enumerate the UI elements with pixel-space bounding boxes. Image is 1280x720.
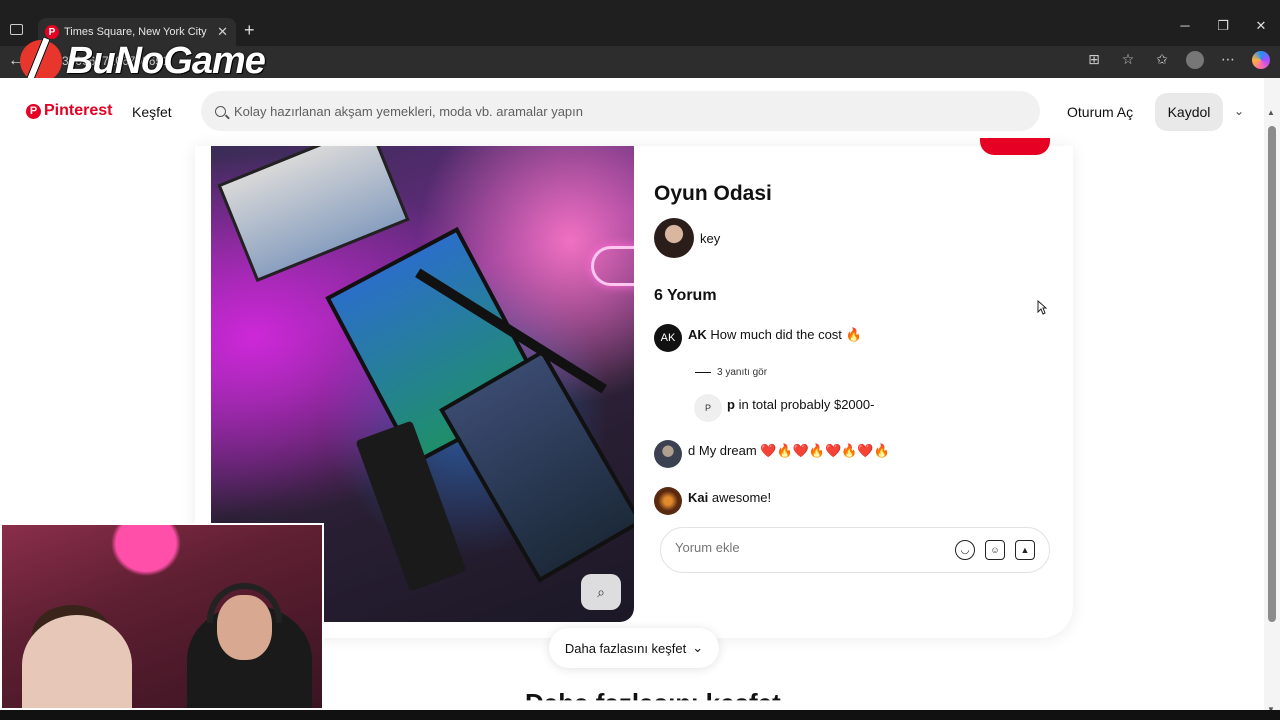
minimize-button[interactable]: ─ [1166, 18, 1204, 34]
author-avatar[interactable] [654, 218, 694, 258]
comment-avatar-kai[interactable] [654, 487, 682, 515]
explore-more-label: Daha fazlasını keşfet [564, 640, 687, 656]
comment-3-text: awesome! [711, 490, 772, 505]
browser-toolbar-icons: ⊞ ☆ ✩ ⋯ [1084, 51, 1270, 69]
explore-link[interactable]: Keşfet [132, 104, 172, 120]
reply-1-author[interactable]: p [727, 397, 735, 412]
replies-divider [695, 372, 711, 373]
signup-button[interactable]: Kaydol [1155, 93, 1223, 131]
pin-title: Oyun Odasi [654, 182, 772, 205]
comment-1-text: How much did the cost 🔥 [710, 327, 862, 342]
favorites-icon[interactable]: ✩ [1152, 51, 1172, 69]
page-scrollbar[interactable]: ▲ ▼ [1264, 78, 1280, 720]
scroll-up-icon[interactable]: ▲ [1267, 108, 1275, 117]
comment-avatar-d[interactable] [654, 440, 682, 468]
image-monitor-1 [217, 146, 410, 283]
watermark-text: BuNoGame [66, 40, 266, 82]
comments-count: 6 Yorum [654, 287, 717, 304]
close-window-button[interactable]: ✕ [1242, 18, 1280, 34]
window-controls: ─ ❐ ✕ [1166, 18, 1280, 34]
copilot-icon[interactable] [1252, 51, 1270, 69]
webcam-overlay [0, 523, 324, 710]
pinterest-wordmark: Pinterest [44, 102, 113, 119]
profile-icon[interactable] [1186, 51, 1204, 69]
bottom-bar [0, 710, 1280, 720]
comment-1-author[interactable]: AK [688, 327, 707, 342]
scrollbar-thumb[interactable] [1268, 126, 1276, 622]
image-neon-sign [591, 246, 634, 286]
chevron-down-icon: ⌄ [692, 640, 704, 655]
comment-3-author[interactable]: Kai [688, 490, 708, 505]
image-upload-icon[interactable]: ▲ [1015, 540, 1035, 560]
tab-actions-icon[interactable] [10, 24, 23, 35]
comment-2: d My dream ❤️🔥❤️🔥❤️🔥❤️🔥 [688, 443, 890, 459]
comment-input[interactable] [675, 540, 945, 555]
pinterest-header: P Pinterest Keşfet Kolay hazırlanan akşa… [0, 78, 1264, 146]
login-button[interactable]: Oturum Aç [1067, 104, 1133, 120]
save-button[interactable] [980, 138, 1050, 155]
comment-3: Kai awesome! [688, 490, 771, 505]
explore-more-button[interactable]: Daha fazlasını keşfet ⌄ [549, 628, 719, 668]
reply-1-text: in total probably $2000- [738, 397, 875, 412]
search-placeholder: Kolay hazırlanan akşam yemekleri, moda v… [234, 103, 583, 119]
headset-icon [207, 583, 282, 623]
more-menu-icon[interactable]: ⋯ [1218, 51, 1238, 69]
comment-1: AK How much did the cost 🔥 [688, 327, 862, 343]
favorite-star-icon[interactable]: ☆ [1118, 51, 1138, 69]
mouse-cursor-icon [1037, 300, 1047, 315]
comment-2-author[interactable]: d [688, 443, 695, 458]
emoji-icon[interactable]: ◡ [955, 540, 975, 560]
search-bar[interactable]: Kolay hazırlanan akşam yemekleri, moda v… [201, 91, 1040, 131]
pinterest-p-icon: P [26, 103, 41, 119]
search-icon [215, 105, 226, 117]
visual-search-lens-icon[interactable]: ⌕ [581, 574, 621, 610]
view-replies-link[interactable]: 3 yanıtı gör [717, 367, 767, 378]
author-name[interactable]: key [700, 231, 720, 246]
comment-box: ◡ ☺ ▲ [660, 527, 1050, 573]
apps-icon[interactable]: ⊞ [1084, 51, 1104, 69]
reply-1: p in total probably $2000- [727, 397, 874, 412]
tab-title: Times Square, New York City [64, 26, 207, 38]
screen: P Times Square, New York City ✕ + ─ ❐ ✕ … [0, 0, 1280, 720]
comment-2-text: My dream ❤️🔥❤️🔥❤️🔥❤️🔥 [698, 443, 890, 458]
sticker-icon[interactable]: ☺ [985, 540, 1005, 560]
comment-avatar-p[interactable]: P [694, 394, 722, 422]
comment-avatar-ak[interactable]: AK [654, 324, 682, 352]
pinterest-logo[interactable]: P Pinterest [26, 102, 112, 120]
chevron-down-icon[interactable]: ⌄ [1234, 104, 1244, 118]
maximize-button[interactable]: ❐ [1204, 18, 1242, 34]
webcam-person-left [22, 615, 132, 708]
